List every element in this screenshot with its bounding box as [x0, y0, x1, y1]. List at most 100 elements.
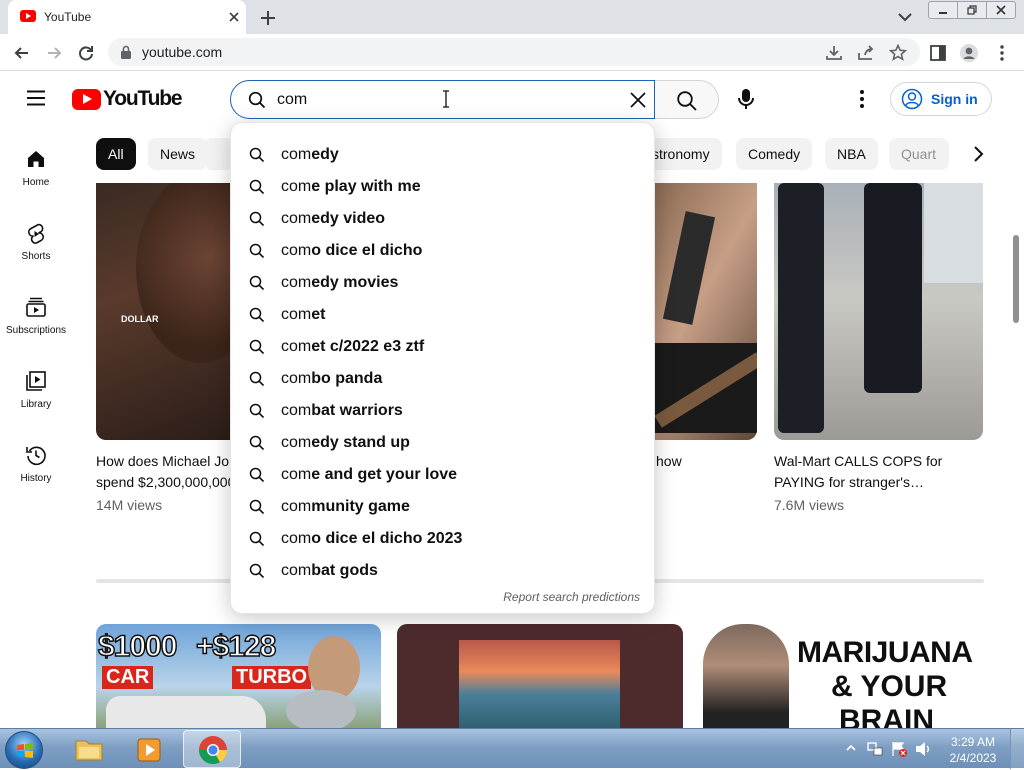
search-suggestion[interactable]: comedy	[231, 139, 654, 171]
suggestion-text: comedy movies	[281, 274, 398, 292]
clear-search-icon[interactable]	[628, 90, 648, 110]
youtube-play-logo-icon	[72, 88, 101, 110]
suggestion-completion-part: e play with me	[311, 178, 421, 195]
suggestion-typed-part: com	[281, 274, 312, 291]
search-suggestion[interactable]: come and get your love	[231, 459, 654, 491]
profile-avatar-icon[interactable]	[959, 43, 979, 63]
chevron-down-icon[interactable]	[896, 10, 914, 24]
chip-all[interactable]: All	[96, 138, 136, 170]
minimize-button[interactable]	[929, 2, 958, 18]
video-thumbnail[interactable]: MARIJUANA & YOUR BRAIN	[699, 624, 984, 728]
thumbnail-sunset-sea	[459, 640, 620, 728]
video-title[interactable]: How does Michael Jo spend $2,300,000,000	[96, 451, 230, 493]
nav-item-subscriptions[interactable]: Subscriptions	[0, 296, 72, 362]
video-thumbnail[interactable]	[397, 624, 683, 728]
close-window-button[interactable]	[987, 2, 1015, 18]
tray-expand-arrow-icon[interactable]	[846, 743, 856, 753]
close-tab-icon[interactable]	[226, 9, 242, 25]
history-icon	[26, 446, 46, 466]
suggestion-completion-part: edy video	[311, 210, 386, 227]
chip-news[interactable]: News	[148, 138, 208, 170]
search-suggestion[interactable]: comedy stand up	[231, 427, 654, 459]
police-officer	[778, 183, 824, 433]
forward-arrow-icon[interactable]	[44, 43, 64, 63]
search-suggestion[interactable]: como dice el dicho	[231, 235, 654, 267]
nav-item-library[interactable]: Library	[0, 370, 72, 436]
network-icon[interactable]	[866, 740, 884, 758]
thumbnail-car	[106, 696, 266, 728]
taskbar-chrome[interactable]	[183, 730, 241, 768]
search-suggestion[interactable]: combo panda	[231, 363, 654, 395]
shorts-icon	[28, 223, 44, 244]
show-desktop-button[interactable]	[1010, 729, 1024, 769]
video-thumbnail[interactable]	[654, 183, 757, 440]
address-bar[interactable]: youtube.com	[108, 38, 920, 66]
page-scrollbar-thumb[interactable]	[1013, 235, 1019, 323]
windows-start-button[interactable]	[5, 731, 43, 769]
suggestion-text: combat gods	[281, 562, 378, 580]
sign-in-button[interactable]: Sign in	[890, 82, 992, 116]
thumbnail-turbo	[286, 690, 356, 728]
suggestion-typed-part: com	[281, 210, 312, 227]
windows-logo-icon	[17, 743, 33, 758]
install-app-icon[interactable]	[824, 43, 844, 63]
action-center-flag-icon[interactable]	[890, 740, 908, 758]
search-suggestion[interactable]: comedy movies	[231, 267, 654, 299]
nav-label: Home	[22, 177, 50, 188]
tray-clock[interactable]: 3:29 AM 2/4/2023	[946, 734, 1000, 766]
thumbnail-text: TURBO	[232, 666, 312, 689]
search-suggestion[interactable]: como dice el dicho 2023	[231, 523, 654, 555]
restore-button[interactable]	[958, 2, 987, 18]
thumbnail-text: +$128	[195, 629, 277, 664]
video-thumbnail[interactable]: DOLLAR	[96, 183, 236, 440]
suggestion-typed-part: com	[281, 466, 312, 483]
thumbnail-text: BRAIN	[839, 704, 934, 728]
suggestion-completion-part: munity game	[311, 498, 410, 515]
chrome-menu-icon[interactable]	[992, 43, 1012, 63]
new-tab-button[interactable]	[258, 8, 278, 28]
search-suggestion[interactable]: community game	[231, 491, 654, 523]
video-title-line: PAYING for stranger's…	[774, 474, 924, 490]
bookmark-star-icon[interactable]	[888, 43, 908, 63]
video-title[interactable]: Wal-Mart CALLS COPS for PAYING for stran…	[774, 451, 984, 493]
browser-tab[interactable]: YouTube	[8, 0, 246, 34]
search-suggestion[interactable]: comet	[231, 299, 654, 331]
taskbar-explorer[interactable]	[60, 730, 118, 768]
chip-quarterback[interactable]: Quart	[889, 138, 949, 170]
police-officer	[864, 183, 922, 393]
search-suggestion[interactable]: combat warriors	[231, 395, 654, 427]
search-icon	[249, 211, 265, 227]
suggestion-text: come play with me	[281, 178, 421, 196]
nav-item-home[interactable]: Home	[0, 148, 72, 214]
video-thumbnail[interactable]: $1000 +$128 CAR TURBO	[96, 624, 381, 728]
youtube-logo[interactable]: YouTube	[72, 87, 183, 111]
chip-comedy[interactable]: Comedy	[736, 138, 813, 170]
search-suggestion[interactable]: combat gods	[231, 555, 654, 587]
account-circle-icon	[901, 88, 923, 110]
more-options-icon[interactable]	[852, 88, 872, 110]
share-icon[interactable]	[856, 43, 876, 63]
search-suggestion[interactable]: comedy video	[231, 203, 654, 235]
search-suggestion[interactable]: comet c/2022 e3 ztf	[231, 331, 654, 363]
lock-icon[interactable]	[120, 45, 132, 59]
suggestion-text: come and get your love	[281, 466, 457, 484]
nav-label: Shorts	[21, 251, 51, 262]
taskbar-media-player[interactable]	[121, 730, 179, 768]
chevron-right-icon[interactable]	[968, 144, 988, 164]
report-search-predictions-link[interactable]: Report search predictions	[503, 590, 640, 604]
suggestion-text: comet	[281, 306, 325, 324]
search-button[interactable]	[655, 80, 719, 119]
hamburger-menu-icon[interactable]	[26, 90, 46, 106]
side-panel-icon[interactable]	[928, 43, 948, 63]
microphone-icon[interactable]	[735, 87, 757, 111]
nav-item-history[interactable]: History	[0, 444, 72, 510]
volume-icon[interactable]	[914, 740, 932, 758]
back-arrow-icon[interactable]	[12, 43, 32, 63]
video-thumbnail[interactable]	[774, 183, 983, 440]
video-title[interactable]: how	[656, 451, 682, 472]
chip-nba[interactable]: NBA	[825, 138, 878, 170]
search-icon	[249, 307, 265, 323]
search-suggestion[interactable]: come play with me	[231, 171, 654, 203]
nav-item-shorts[interactable]: Shorts	[0, 222, 72, 288]
reload-icon[interactable]	[76, 43, 96, 63]
